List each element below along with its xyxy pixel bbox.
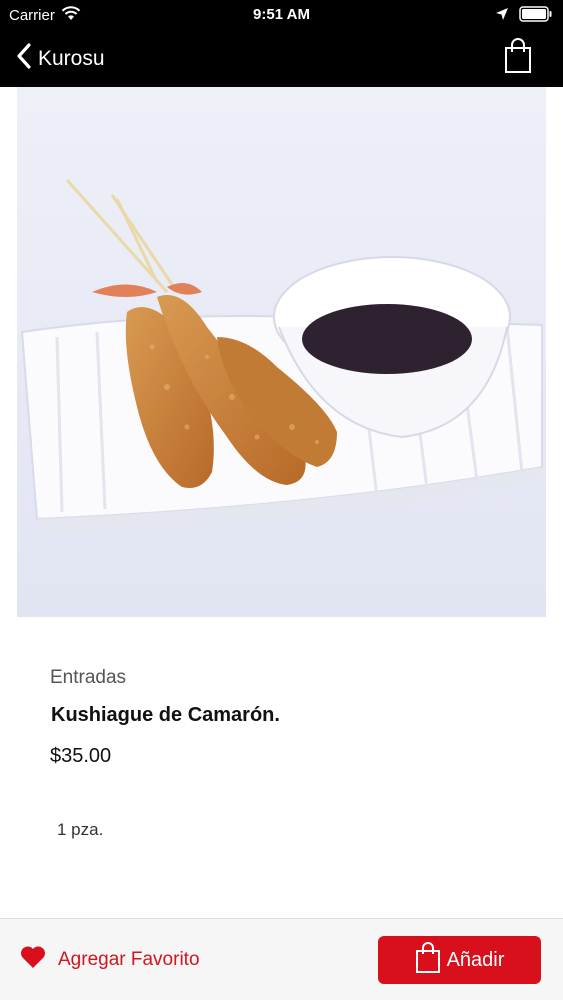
chevron-left-icon bbox=[16, 42, 32, 75]
clock: 9:51 AM bbox=[253, 6, 310, 23]
top-bar: Carrier 9:51 AM Kurosu bbox=[0, 0, 563, 87]
add-favorite-label: Agregar Favorito bbox=[58, 948, 200, 970]
battery-icon bbox=[519, 6, 553, 26]
shopping-bag-icon bbox=[415, 941, 441, 979]
heart-icon bbox=[20, 945, 46, 974]
add-favorite-button[interactable]: Agregar Favorito bbox=[20, 945, 200, 974]
status-bar: Carrier 9:51 AM bbox=[0, 0, 563, 30]
status-right bbox=[495, 6, 553, 26]
navigation-bar: Kurosu bbox=[0, 36, 563, 80]
product-category: Entradas bbox=[50, 667, 127, 688]
shopping-bag-icon[interactable] bbox=[503, 38, 533, 74]
bottom-action-bar: Agregar Favorito Añadir bbox=[0, 918, 563, 1000]
back-label: Kurosu bbox=[38, 46, 105, 70]
product-price: $35.00 bbox=[50, 745, 112, 767]
product-image bbox=[17, 87, 546, 617]
product-name: Kushiague de Camarón. bbox=[51, 704, 280, 726]
add-to-cart-button[interactable]: Añadir bbox=[378, 936, 541, 984]
add-to-cart-label: Añadir bbox=[446, 948, 505, 971]
product-description: 1 pza. bbox=[57, 820, 104, 839]
back-button[interactable]: Kurosu bbox=[16, 42, 105, 75]
location-arrow-icon bbox=[495, 7, 509, 25]
